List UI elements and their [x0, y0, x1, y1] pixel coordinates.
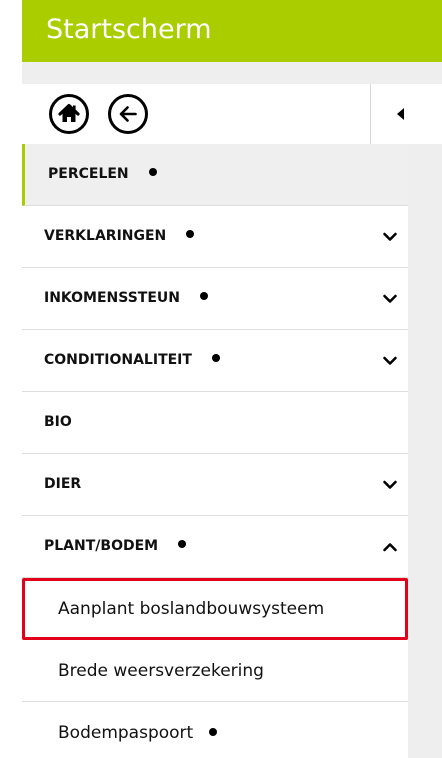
status-dot-icon	[209, 728, 218, 736]
header-bar: Startscherm	[22, 0, 442, 62]
menu-item-label: PLANT/BODEM	[44, 538, 159, 554]
menu-item-label: PERCELEN	[48, 166, 129, 182]
chevron-down-icon[interactable]	[382, 229, 398, 245]
status-dot-icon	[148, 168, 157, 176]
page-title: Startscherm	[46, 14, 212, 45]
submenu-item-aanplant-boslandbouwsysteem[interactable]: Aanplant boslandbouwsysteem	[22, 578, 408, 640]
nav-toolbar	[22, 84, 408, 144]
submenu-item-brede-weersverzekering[interactable]: Brede weersverzekering	[22, 640, 408, 702]
menu-item-label: BIO	[44, 414, 72, 430]
status-dot-icon	[211, 354, 220, 362]
chevron-up-icon[interactable]	[382, 539, 398, 555]
collapse-sidebar-button[interactable]	[370, 84, 442, 144]
menu-item-inkomenssteun[interactable]: INKOMENSSTEUN	[22, 268, 408, 330]
header-spacer	[22, 62, 442, 84]
menu-item-label: DIER	[44, 476, 82, 492]
selection-highlight	[22, 578, 408, 640]
submenu-item-bodempaspoort[interactable]: Bodempaspoort	[22, 702, 408, 758]
menu-item-label: CONDITIONALITEIT	[44, 352, 192, 368]
arrow-left-icon	[119, 106, 137, 122]
chevron-down-icon[interactable]	[382, 353, 398, 369]
status-dot-icon	[178, 540, 187, 548]
menu-item-dier[interactable]: DIER	[22, 454, 408, 516]
home-button[interactable]	[49, 94, 89, 134]
menu-item-verklaringen[interactable]: VERKLARINGEN	[22, 206, 408, 268]
menu-item-label: INKOMENSSTEUN	[44, 290, 180, 306]
status-dot-icon	[186, 230, 195, 238]
submenu-item-label: Bodempaspoort	[58, 723, 194, 743]
submenu-item-label: Brede weersverzekering	[58, 661, 264, 681]
chevron-down-icon[interactable]	[382, 291, 398, 307]
menu-item-label: VERKLARINGEN	[44, 228, 167, 244]
app-window: Startscherm PERCELEN VERKLARINGEN INKOME…	[0, 0, 442, 758]
chevron-down-icon[interactable]	[382, 477, 398, 493]
menu-item-bio[interactable]: BIO	[22, 392, 408, 454]
menu-item-conditionaliteit[interactable]: CONDITIONALITEIT	[22, 330, 408, 392]
status-dot-icon	[200, 292, 208, 300]
back-button[interactable]	[108, 94, 148, 134]
caret-left-icon	[397, 108, 404, 120]
home-icon	[58, 103, 80, 122]
menu-item-plant-bodem[interactable]: PLANT/BODEM	[22, 516, 408, 578]
sidebar-menu: PERCELEN VERKLARINGEN INKOMENSSTEUN COND…	[22, 144, 408, 758]
menu-item-percelen[interactable]: PERCELEN	[22, 144, 408, 206]
